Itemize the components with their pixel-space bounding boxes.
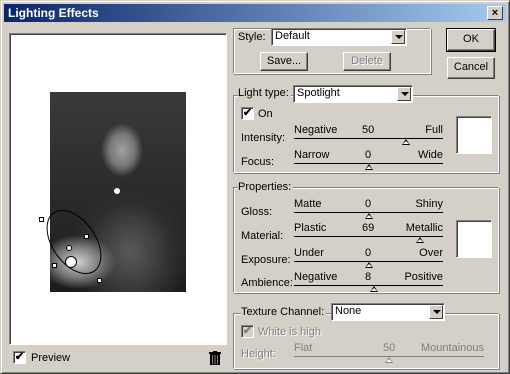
trash-icon[interactable] xyxy=(209,351,221,365)
style-select[interactable]: Default xyxy=(271,28,407,46)
ellipse-handle-bottom[interactable] xyxy=(97,278,102,283)
light-center-handle[interactable] xyxy=(65,256,77,268)
delete-button: Delete xyxy=(343,52,391,71)
gloss-thumb[interactable] xyxy=(364,213,373,219)
chevron-down-icon[interactable] xyxy=(391,30,405,44)
light-type-select[interactable]: Spotlight xyxy=(293,85,413,103)
intensity-track xyxy=(294,138,443,139)
light-type-label: Light type: xyxy=(238,87,291,99)
focus-label: Focus: xyxy=(241,156,275,168)
material-thumb[interactable] xyxy=(415,237,424,243)
close-button[interactable]: × xyxy=(487,6,503,20)
preview-canvas[interactable] xyxy=(9,33,227,345)
height-slider: Flat 50 Mountainous xyxy=(294,342,484,364)
ambience-label: Ambience: xyxy=(241,277,293,289)
chevron-down-icon[interactable] xyxy=(429,305,443,319)
style-label: Style: xyxy=(238,31,266,43)
ambience-thumb[interactable] xyxy=(370,286,379,292)
cancel-button[interactable]: Cancel xyxy=(447,57,495,79)
exposure-thumb[interactable] xyxy=(364,262,373,268)
light-on-checkbox[interactable]: ✔ xyxy=(241,107,254,120)
ambience-track xyxy=(294,285,443,286)
preview-label: Preview xyxy=(31,352,71,364)
light-on-label: On xyxy=(258,108,273,120)
height-thumb xyxy=(385,357,393,363)
white-is-high-label: White is high xyxy=(258,326,321,338)
material-label: Material: xyxy=(241,230,284,242)
material-slider[interactable]: Plastic 69 Metallic xyxy=(294,222,443,244)
gloss-label: Gloss: xyxy=(241,206,273,218)
title-bar: Lighting Effects × xyxy=(4,4,506,22)
properties-color-swatch[interactable] xyxy=(456,220,492,258)
save-button[interactable]: Save... xyxy=(260,52,308,71)
white-is-high-checkbox: ✔ xyxy=(241,325,254,338)
window-title: Lighting Effects xyxy=(8,6,99,20)
intensity-thumb[interactable] xyxy=(401,139,410,145)
ellipse-handle-right[interactable] xyxy=(84,234,89,239)
exposure-label: Exposure: xyxy=(241,254,291,266)
intensity-label: Intensity: xyxy=(241,132,286,144)
properties-label: Properties: xyxy=(238,181,294,193)
texture-channel-select[interactable]: None xyxy=(331,303,445,321)
light-target-handle[interactable] xyxy=(114,188,120,194)
focus-slider[interactable]: Narrow 0 Wide xyxy=(294,149,443,171)
chevron-down-icon[interactable] xyxy=(397,87,411,101)
ok-button[interactable]: OK xyxy=(446,28,496,52)
ambience-slider[interactable]: Negative 8 Positive xyxy=(294,271,443,293)
lighting-effects-dialog: Lighting Effects × ✔ Preview Style: Defa… xyxy=(0,0,510,374)
light-focus-handle[interactable] xyxy=(66,245,72,251)
texture-channel-label: Texture Channel: xyxy=(241,306,327,318)
focus-thumb[interactable] xyxy=(364,164,373,170)
gloss-slider[interactable]: Matte 0 Shiny xyxy=(294,198,443,220)
ellipse-handle-left[interactable] xyxy=(52,263,57,268)
light-color-swatch[interactable] xyxy=(456,116,492,154)
height-label: Height: xyxy=(241,348,276,360)
ellipse-handle-top[interactable] xyxy=(39,217,44,222)
intensity-slider[interactable]: Negative 50 Full xyxy=(294,124,443,146)
preview-checkbox[interactable]: ✔ xyxy=(13,351,26,364)
exposure-slider[interactable]: Under 0 Over xyxy=(294,247,443,269)
